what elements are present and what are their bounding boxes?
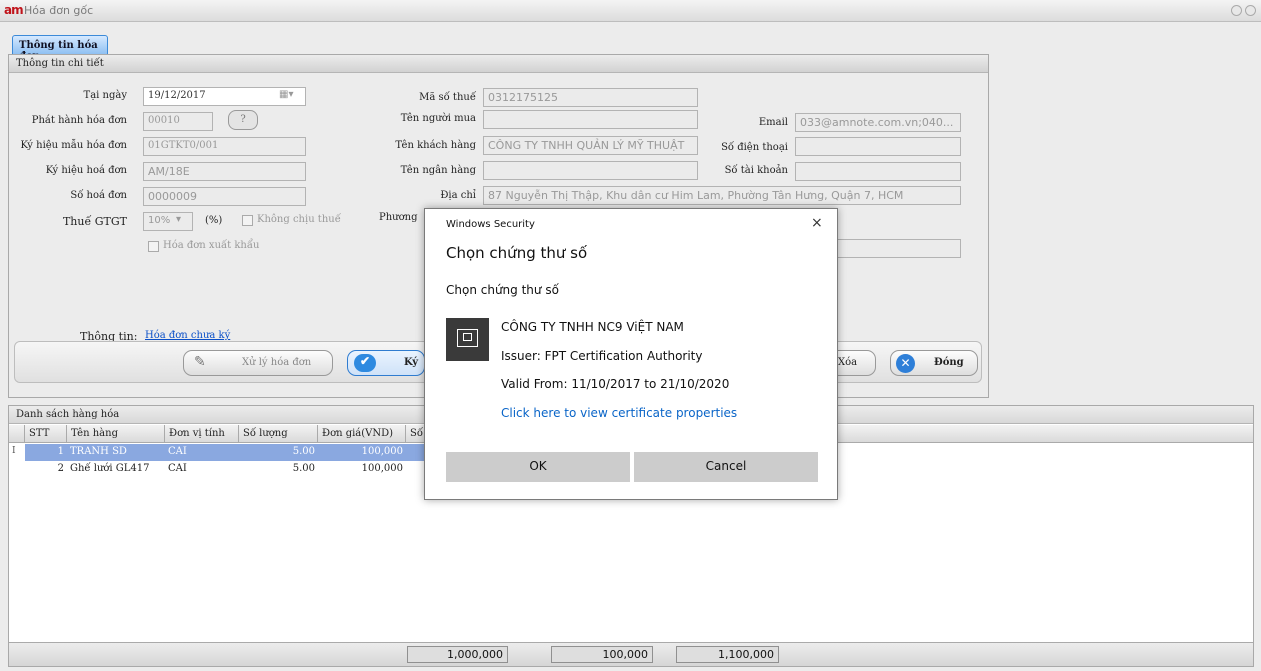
sign-label: Ký — [404, 357, 419, 368]
account-field[interactable] — [795, 162, 961, 181]
cell-quantity: 5.00 — [292, 463, 315, 474]
label-method: Phương — [379, 212, 418, 223]
certificate-company: CÔNG TY TNHH NC9 ViỆT NAM — [501, 320, 684, 334]
cell-quantity: 5.00 — [292, 446, 315, 457]
col-unit[interactable]: Đơn vị tính — [165, 425, 239, 443]
close-circle-icon: ✕ — [896, 354, 915, 373]
export-invoice-checkbox[interactable] — [148, 241, 159, 252]
cell-name: Ghế lưới GL417 — [70, 463, 150, 474]
customer-field[interactable]: CÔNG TY TNHH QUẢN LÝ MỸ THUẬT — [483, 136, 698, 155]
vat-value: 10% — [148, 215, 171, 226]
calendar-icon[interactable]: ▦▾ — [279, 89, 293, 100]
close-label: Đóng — [934, 357, 964, 368]
cancel-button[interactable]: Cancel — [634, 452, 818, 482]
col-stt[interactable]: STT — [25, 425, 67, 443]
label-email: Email — [758, 117, 788, 128]
process-invoice-button[interactable]: ✎ Xử lý hóa đơn — [183, 350, 333, 376]
invoice-number-field[interactable]: 0000009 — [143, 187, 306, 206]
col-price[interactable]: Đơn giá(VND) — [318, 425, 406, 443]
label-buyer: Tên người mua — [400, 113, 476, 124]
certificate-validity: Valid From: 11/10/2017 to 21/10/2020 — [501, 377, 730, 391]
cell-price: 100,000 — [361, 463, 403, 474]
dialog-subheading: Chọn chứng thư số — [446, 283, 559, 297]
total-amount: 1,100,000 — [676, 646, 779, 663]
cell-name: TRANH SD — [70, 446, 127, 457]
tab-invoice-info[interactable]: Thông tin hóa đơn — [12, 35, 108, 62]
process-invoice-label: Xử lý hóa đơn — [242, 357, 312, 368]
view-certificate-link[interactable]: Click here to view certificate propertie… — [501, 406, 737, 420]
pencil-icon: ✎ — [194, 354, 206, 370]
label-invoice-number: Số hoá đơn — [70, 190, 127, 201]
label-invoice-symbol: Ký hiệu hoá đơn — [45, 165, 127, 176]
window-titlebar: am Hóa đơn gốc — [0, 0, 1261, 22]
label-address: Địa chỉ — [440, 190, 476, 201]
cell-stt: 1 — [57, 446, 64, 457]
app-logo: am — [4, 3, 24, 17]
row-marker: I — [12, 446, 16, 456]
extra-field[interactable] — [835, 239, 961, 258]
tax-exempt-label: Không chịu thuế — [257, 214, 341, 225]
row-indicator-header — [9, 425, 25, 443]
tax-code-field[interactable]: 0312175125 — [483, 88, 698, 107]
col-amount[interactable]: Số — [406, 425, 426, 443]
close-button[interactable]: ✕ Đóng — [890, 350, 978, 376]
totals-bar: 1,000,000 100,000 1,100,000 — [9, 642, 1253, 666]
dialog-close-icon[interactable]: × — [811, 215, 823, 231]
date-field[interactable]: 19/12/2017 ▦▾ — [143, 87, 306, 106]
label-date: Tại ngày — [83, 90, 127, 101]
cell-price: 100,000 — [361, 446, 403, 457]
dialog-heading: Chọn chứng thư số — [446, 244, 588, 262]
address-field[interactable]: 87 Nguyễn Thị Thập, Khu dân cư Him Lam, … — [483, 186, 961, 205]
email-field[interactable]: 033@amnote.com.vn;040... — [795, 113, 961, 132]
cell-unit: CAI — [168, 446, 187, 457]
export-invoice-label: Hóa đơn xuất khẩu — [163, 240, 260, 251]
vat-unit: (%) — [205, 215, 223, 226]
cell-stt: 2 — [57, 463, 64, 474]
minimize-icon[interactable] — [1231, 5, 1242, 16]
form-symbol-field[interactable]: 01GTKT0/001 — [143, 137, 306, 156]
detail-panel-header: Thông tin chi tiết — [9, 55, 988, 73]
close-window-icon[interactable] — [1245, 5, 1256, 16]
buyer-field[interactable] — [483, 110, 698, 129]
label-vat: Thuế GTGT — [62, 215, 127, 228]
vat-select[interactable]: 10% ▾ — [143, 212, 193, 231]
release-field[interactable]: 00010 — [143, 112, 213, 131]
delete-label: Xóa — [838, 357, 858, 368]
unsigned-invoice-link[interactable]: Hóa đơn chưa ký — [145, 330, 230, 341]
label-account: Số tài khoản — [724, 165, 788, 176]
label-tax-code: Mã số thuế — [419, 92, 476, 103]
date-value: 19/12/2017 — [148, 90, 206, 101]
chevron-down-icon: ▾ — [176, 214, 182, 225]
col-quantity[interactable]: Số lượng — [239, 425, 318, 443]
label-release: Phát hành hóa đơn — [31, 115, 127, 126]
tax-exempt-checkbox[interactable] — [242, 215, 253, 226]
release-help-button[interactable]: ? — [228, 110, 258, 130]
certificate-issuer: Issuer: FPT Certification Authority — [501, 349, 703, 363]
check-icon: ✔ — [354, 354, 376, 372]
sign-button[interactable]: ✔ Ký — [347, 350, 425, 376]
total-tax: 100,000 — [551, 646, 653, 663]
label-customer: Tên khách hàng — [395, 140, 476, 151]
certificate-dialog: Windows Security × Chọn chứng thư số Chọ… — [424, 208, 838, 500]
invoice-symbol-field[interactable]: AM/18E — [143, 162, 306, 181]
label-form-symbol: Ký hiệu mẫu hóa đơn — [20, 140, 127, 151]
cell-unit: CAI — [168, 463, 187, 474]
total-before-tax: 1,000,000 — [407, 646, 508, 663]
label-phone: Số điện thoại — [721, 142, 788, 153]
label-bank: Tên ngân hàng — [400, 165, 476, 176]
col-name[interactable]: Tên hàng — [67, 425, 165, 443]
certificate-icon[interactable] — [446, 318, 489, 361]
phone-field[interactable] — [795, 137, 961, 156]
window-title: Hóa đơn gốc — [24, 4, 94, 17]
dialog-title: Windows Security — [446, 219, 535, 230]
ok-button[interactable]: OK — [446, 452, 630, 482]
bank-field[interactable] — [483, 161, 698, 180]
